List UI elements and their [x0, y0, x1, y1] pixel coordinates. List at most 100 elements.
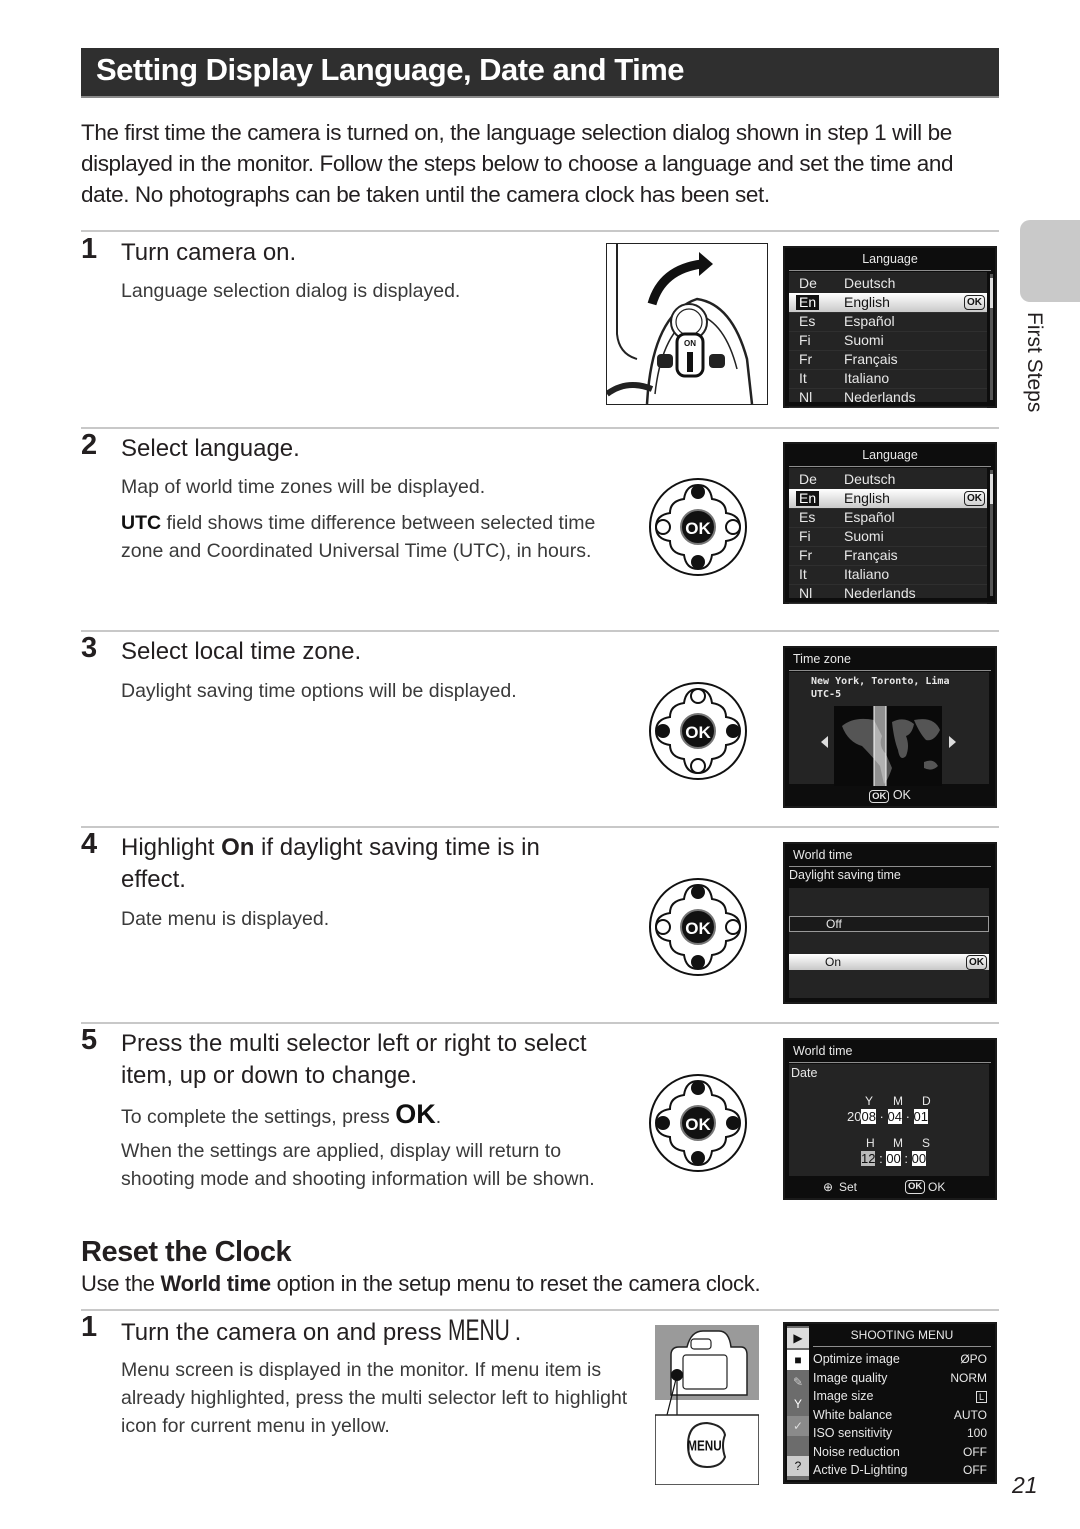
language-list: De Deutsch En English OK Es Español Fi Suomi …: [789, 272, 987, 408]
language-row-selected[interactable]: En English OK: [789, 489, 987, 509]
menu-item[interactable]: Optimize image ØPO: [813, 1350, 989, 1369]
arrow-right-icon[interactable]: [949, 736, 956, 748]
svg-text:OK: OK: [685, 1115, 711, 1134]
step-body: Language selection dialog is displayed.: [121, 280, 461, 302]
camera-top-icon: ON: [607, 244, 754, 404]
multi-selector-left-right-icon: OK: [649, 682, 747, 780]
minute-field[interactable]: 00: [886, 1151, 901, 1166]
camera-icon[interactable]: ■: [787, 1350, 809, 1370]
power-switch-illustration: ON: [606, 243, 768, 405]
section-tab[interactable]: [1020, 220, 1080, 302]
language-row[interactable]: Fi Suomi: [789, 527, 987, 547]
label-year: Y: [865, 1094, 874, 1108]
ok-badge-icon: OK: [964, 491, 985, 506]
menu-item[interactable]: ISO sensitivity 100: [813, 1424, 989, 1443]
step-number: 1: [81, 233, 98, 265]
step-number: 5: [81, 1024, 98, 1056]
label-month: M: [893, 1094, 903, 1108]
camera-back-icon: MENU: [654, 1325, 760, 1486]
step-title: Turn the camera on and press MENU.: [121, 1314, 522, 1347]
language-row[interactable]: It Italiano: [789, 565, 987, 585]
menu-item[interactable]: Noise reduction OFF: [813, 1443, 989, 1462]
timezone-city: New York, Toronto, Lima: [811, 676, 950, 687]
time-row: 12 : 00 : 00: [861, 1151, 927, 1166]
retouch-icon[interactable]: ✓: [787, 1416, 809, 1436]
step-body: To complete the settings, press OK.: [121, 1099, 442, 1129]
dst-option-on-selected[interactable]: On OK: [789, 954, 989, 970]
year-field[interactable]: 08: [861, 1109, 876, 1124]
timezone-utc: UTC-5: [811, 689, 842, 700]
step-number: 1: [81, 1311, 98, 1343]
divider: [81, 630, 999, 632]
world-map-icon[interactable]: [834, 706, 942, 786]
date-row: 2008 · 04 · 01: [847, 1109, 928, 1124]
ok-badge-icon: OK: [905, 1180, 926, 1194]
step-number: 3: [81, 632, 98, 664]
svg-text:OK: OK: [685, 519, 711, 538]
language-row[interactable]: Fi Suomi: [789, 331, 987, 351]
screen-subtitle: Daylight saving time: [789, 868, 901, 882]
screen-footer: OK OK: [785, 786, 995, 804]
language-row[interactable]: De Deutsch: [789, 470, 987, 490]
language-row[interactable]: It Italiano: [789, 369, 987, 389]
shooting-menu-screen: ▶ ■ ✎ Y ✓ ? SHOOTING MENU Optimize image…: [783, 1322, 997, 1484]
scrollbar[interactable]: [990, 274, 993, 400]
wrench-icon[interactable]: Y: [787, 1394, 809, 1414]
language-row[interactable]: Fr Français: [789, 350, 987, 370]
step-title: Turn camera on.: [121, 239, 297, 266]
step-body: When the settings are applied, display w…: [121, 1140, 595, 1190]
language-row[interactable]: Nl Nederlands: [789, 584, 987, 604]
hour-field[interactable]: 12: [861, 1151, 876, 1166]
playback-icon[interactable]: ▶: [787, 1328, 809, 1348]
multi-selector-up-down-icon: OK: [649, 878, 747, 976]
step-number: 4: [81, 828, 98, 860]
step-body: Daylight saving time options will be dis…: [121, 680, 517, 702]
divider: [81, 427, 999, 429]
language-row-selected[interactable]: En English OK: [789, 293, 987, 313]
date-panel: Date Y M D 2008 · 04 · 01 H M S 12 : 00 …: [789, 1064, 989, 1176]
screen-title: SHOOTING MENU: [813, 1324, 991, 1347]
menu-item[interactable]: Image quality NORM: [813, 1369, 989, 1388]
menu-button-illustration: MENU: [654, 1325, 760, 1486]
language-row[interactable]: Nl Nederlands: [789, 388, 987, 408]
menu-item[interactable]: White balance AUTO: [813, 1406, 989, 1425]
menu-button-glyph: MENU: [448, 1314, 511, 1347]
screen-title: Time zone: [789, 648, 991, 671]
divider: [81, 1022, 999, 1024]
date-screen: World time Date Y M D 2008 · 04 · 01 H M…: [783, 1038, 997, 1200]
step-body: Map of world time zones will be displaye…: [121, 476, 486, 498]
month-field[interactable]: 04: [887, 1109, 902, 1124]
arrow-left-icon[interactable]: [821, 736, 828, 748]
language-row[interactable]: De Deutsch: [789, 274, 987, 294]
screen-title: Language: [789, 248, 991, 271]
page-title-bar: Setting Display Language, Date and Time: [81, 48, 999, 98]
ok-badge-icon: OK: [869, 790, 890, 803]
menu-item[interactable]: Image size L: [813, 1387, 989, 1406]
language-row[interactable]: Fr Français: [789, 546, 987, 566]
screen-title: Language: [789, 444, 991, 467]
svg-text:OK: OK: [685, 723, 711, 742]
day-field[interactable]: 01: [913, 1109, 928, 1124]
menu-item[interactable]: Active D-Lighting OFF: [813, 1461, 989, 1480]
step-body: Menu screen is displayed in the monitor.…: [121, 1359, 628, 1437]
screen-title: World time: [789, 844, 991, 867]
multi-selector-up-down-icon: OK: [649, 478, 747, 576]
multi-selector-four-way-icon: OK: [649, 1074, 747, 1172]
on-option-term: On: [221, 834, 255, 861]
label-hour: H: [866, 1136, 875, 1150]
language-screen: Language De Deutsch En English OK Es Español…: [783, 246, 997, 408]
help-icon[interactable]: ?: [787, 1456, 809, 1476]
step-body: Date menu is displayed.: [121, 908, 330, 930]
step-title: Press the multi selector left or right t…: [121, 1030, 587, 1089]
language-row[interactable]: Es Español: [789, 508, 987, 528]
second-field[interactable]: 00: [911, 1151, 927, 1166]
language-row[interactable]: Es Español: [789, 312, 987, 332]
multi-selector-small-icon: ⊕: [823, 1180, 834, 1194]
scrollbar[interactable]: [990, 470, 993, 596]
dst-options: Off On OK: [789, 888, 989, 998]
pencil-icon[interactable]: ✎: [787, 1372, 809, 1392]
world-time-term: World time: [160, 1271, 272, 1296]
dst-option-off[interactable]: Off: [789, 916, 989, 932]
language-screen: Language De Deutsch En English OK Es Español…: [783, 442, 997, 604]
ok-badge-icon: OK: [964, 295, 985, 310]
